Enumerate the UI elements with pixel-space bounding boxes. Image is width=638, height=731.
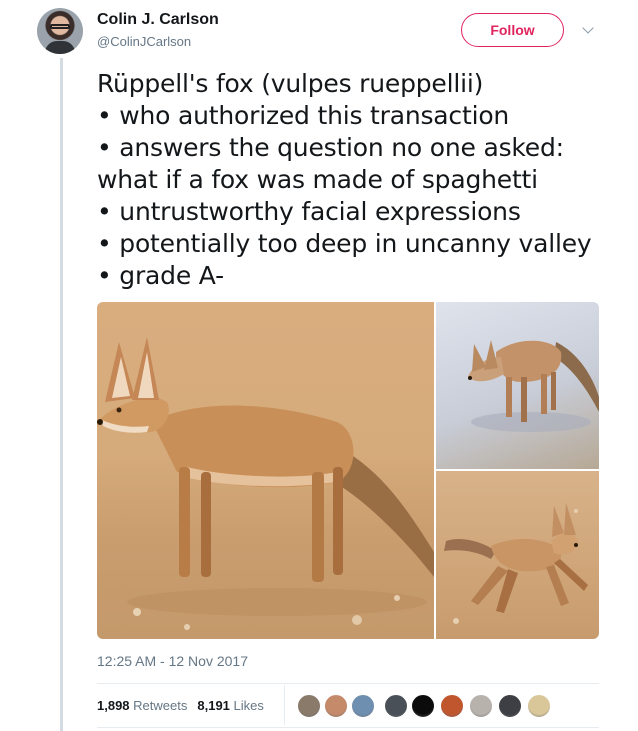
stats-separator [284, 685, 285, 725]
fox-running-illustration [444, 503, 588, 624]
liker-avatar-6[interactable] [440, 694, 464, 718]
tweet-timestamp[interactable]: 12:25 AM - 12 Nov 2017 [97, 653, 248, 669]
retweets-count: 1,898 [97, 698, 130, 713]
follow-button[interactable]: Follow [461, 13, 564, 47]
fox-photo-bottom-right[interactable] [436, 471, 599, 639]
fox-walking-illustration [468, 340, 599, 432]
tweet-text: Rüppell's fox (vulpes rueppellii) • who … [97, 68, 617, 292]
author-handle[interactable]: @ColinJCarlson [97, 34, 191, 49]
engagement-stats: 1,898 Retweets 8,191 Likes [97, 698, 264, 713]
liker-avatar-4[interactable] [384, 694, 408, 718]
fox-photo-main[interactable] [97, 302, 434, 639]
tweet-line: • grade A- [97, 261, 224, 290]
tweet-line: Rüppell's fox (vulpes rueppellii) [97, 69, 484, 98]
liker-avatar-8[interactable] [498, 694, 522, 718]
avatar-glasses [50, 24, 70, 29]
likes-label: Likes [233, 698, 264, 713]
author-avatar[interactable] [37, 8, 83, 54]
liker-avatar-2[interactable] [324, 694, 348, 718]
thread-line [60, 58, 63, 731]
liker-avatar-1[interactable] [297, 694, 321, 718]
divider-bottom [97, 727, 599, 728]
tweet-media [97, 302, 599, 639]
chevron-down-icon[interactable] [582, 22, 594, 34]
liker-avatar-5[interactable] [411, 694, 435, 718]
fox-standing-illustration [97, 337, 434, 630]
divider-top [97, 683, 599, 684]
tweet-line: what if a fox was made of spaghetti [97, 165, 538, 194]
author-name[interactable]: Colin J. Carlson [97, 11, 219, 29]
avatar-shirt [45, 41, 75, 54]
liker-avatar-7[interactable] [469, 694, 493, 718]
likes-stat[interactable]: 8,191 Likes [197, 698, 264, 713]
liker-avatar-9[interactable] [527, 694, 551, 718]
likes-count: 8,191 [197, 698, 230, 713]
tweet-line: • potentially too deep in uncanny valley [97, 229, 592, 258]
retweets-stat[interactable]: 1,898 Retweets [97, 698, 187, 713]
liker-avatar-3[interactable] [351, 694, 375, 718]
fox-photo-top-right[interactable] [436, 302, 599, 469]
tweet-line: • answers the question no one asked: [97, 133, 564, 162]
tweet-line: • untrustworthy facial expressions [97, 197, 521, 226]
tweet-line: • who authorized this transaction [97, 101, 510, 130]
retweets-label: Retweets [133, 698, 188, 713]
